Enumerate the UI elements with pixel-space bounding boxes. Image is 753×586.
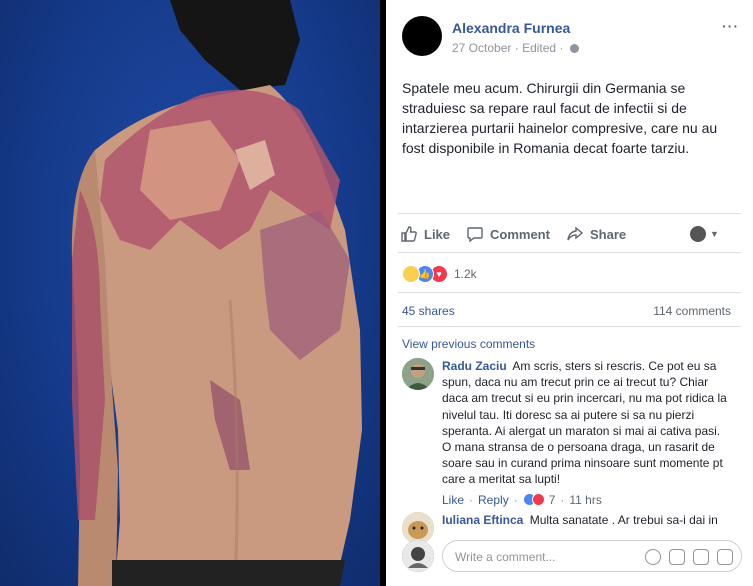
- comment-body: Radu Zaciu Am scris, sters si rescris. C…: [442, 358, 732, 508]
- like-button[interactable]: Like: [400, 222, 450, 246]
- commenter-avatar[interactable]: [402, 358, 434, 390]
- comment-input[interactable]: Write a comment...: [442, 540, 742, 572]
- commenter-name[interactable]: Radu Zaciu: [442, 359, 507, 373]
- camera-icon[interactable]: [669, 549, 685, 565]
- sticker-icon[interactable]: [717, 549, 733, 565]
- view-previous-comments[interactable]: View previous comments: [402, 337, 535, 351]
- comment-text: Am scris, sters si rescris. Ce pot eu sa…: [442, 359, 727, 487]
- current-user-avatar: [402, 540, 434, 572]
- comment-footer: Like · Reply · 7 · 11 hrs: [442, 492, 602, 508]
- gif-icon[interactable]: [693, 549, 709, 565]
- post-header: Alexandra Furnea 27 October · Edited · ·…: [402, 16, 741, 60]
- post-photo[interactable]: [0, 0, 386, 586]
- commenter-name[interactable]: Iuliana Eftinca: [442, 513, 523, 527]
- share-label: Share: [590, 226, 627, 242]
- comments-count[interactable]: 114 comments: [653, 304, 731, 318]
- post-panel: Alexandra Furnea 27 October · Edited · ·…: [386, 0, 753, 586]
- comment-input-placeholder: Write a comment...: [455, 550, 556, 564]
- comment-label: Comment: [490, 226, 550, 242]
- divider: [398, 252, 741, 253]
- globe-icon: [569, 44, 579, 53]
- divider: [398, 326, 741, 327]
- shares-count[interactable]: 45 shares: [402, 304, 455, 318]
- comment-icon: [467, 227, 483, 243]
- comment-button[interactable]: Comment: [466, 222, 550, 246]
- action-bar: Like Comment Share ▼: [400, 222, 740, 246]
- reaction-count: 1.2k: [454, 267, 477, 281]
- emoji-icon[interactable]: [645, 549, 661, 565]
- divider: [398, 213, 741, 214]
- comment-reply-link[interactable]: Reply: [478, 492, 509, 508]
- current-user-photo: [402, 540, 434, 572]
- write-comment-row: Write a comment...: [402, 540, 742, 572]
- divider: [398, 292, 741, 293]
- comment-reaction-count[interactable]: 7: [549, 492, 556, 508]
- love-reaction-icon: [531, 493, 545, 507]
- post-meta: 27 October · Edited ·: [452, 41, 579, 55]
- post-date[interactable]: 27 October: [452, 41, 511, 55]
- chevron-down-icon: ▼: [710, 229, 719, 239]
- reactions-summary[interactable]: 👍 ♥ 1.2k: [402, 264, 477, 284]
- share-button[interactable]: Share: [566, 222, 626, 246]
- like-label: Like: [424, 226, 451, 242]
- profile-avatar-icon: [690, 226, 706, 242]
- comment-time[interactable]: 11 hrs: [569, 492, 601, 508]
- author-name[interactable]: Alexandra Furnea: [452, 20, 570, 36]
- comment-text: Multa sanatate . Ar trebui sa-i dai in: [529, 513, 718, 527]
- share-icon: [567, 226, 584, 241]
- photo-image: [71, 0, 362, 586]
- like-icon: [401, 226, 417, 242]
- post-text: Spatele meu acum. Chirurgii din Germania…: [402, 80, 718, 156]
- edited-label[interactable]: Edited: [522, 41, 556, 55]
- sad-reaction-icon: [402, 265, 420, 283]
- comment-like-link[interactable]: Like: [442, 492, 464, 508]
- commenter-photo: [402, 358, 434, 390]
- more-options-icon[interactable]: ···: [722, 18, 739, 34]
- comment-body: Iuliana Eftinca Multa sanatate . Ar treb…: [442, 512, 732, 528]
- audience-selector[interactable]: ▼: [690, 222, 719, 246]
- comment-input-tools: [645, 549, 733, 565]
- author-avatar[interactable]: [402, 16, 442, 56]
